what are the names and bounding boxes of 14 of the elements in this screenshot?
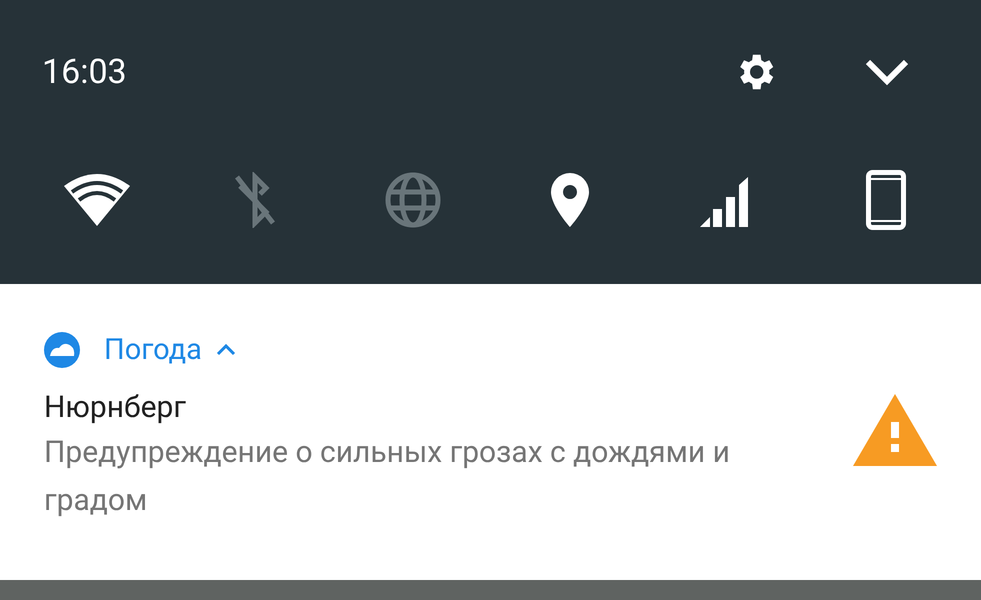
phone-icon	[866, 170, 906, 230]
wifi-icon	[64, 174, 130, 226]
clock: 16:03	[42, 52, 128, 92]
weather-app-icon	[44, 332, 80, 368]
location-pin-icon	[551, 173, 590, 227]
notification-title: Нюрнберг	[44, 390, 187, 425]
warning-icon	[853, 394, 937, 466]
notification-text: Предупреждение о сильных грозах с дождями и градом	[44, 434, 731, 520]
app-name: Погода	[104, 333, 202, 367]
globe-icon	[384, 172, 441, 228]
notification-card[interactable]: Погода Нюрнберг Предупреждение о сильных грозах с дождями и градом	[0, 284, 981, 580]
expand-toggle[interactable]	[216, 344, 236, 356]
chevron-up-icon	[216, 344, 236, 356]
chevron-down-icon	[864, 58, 910, 86]
